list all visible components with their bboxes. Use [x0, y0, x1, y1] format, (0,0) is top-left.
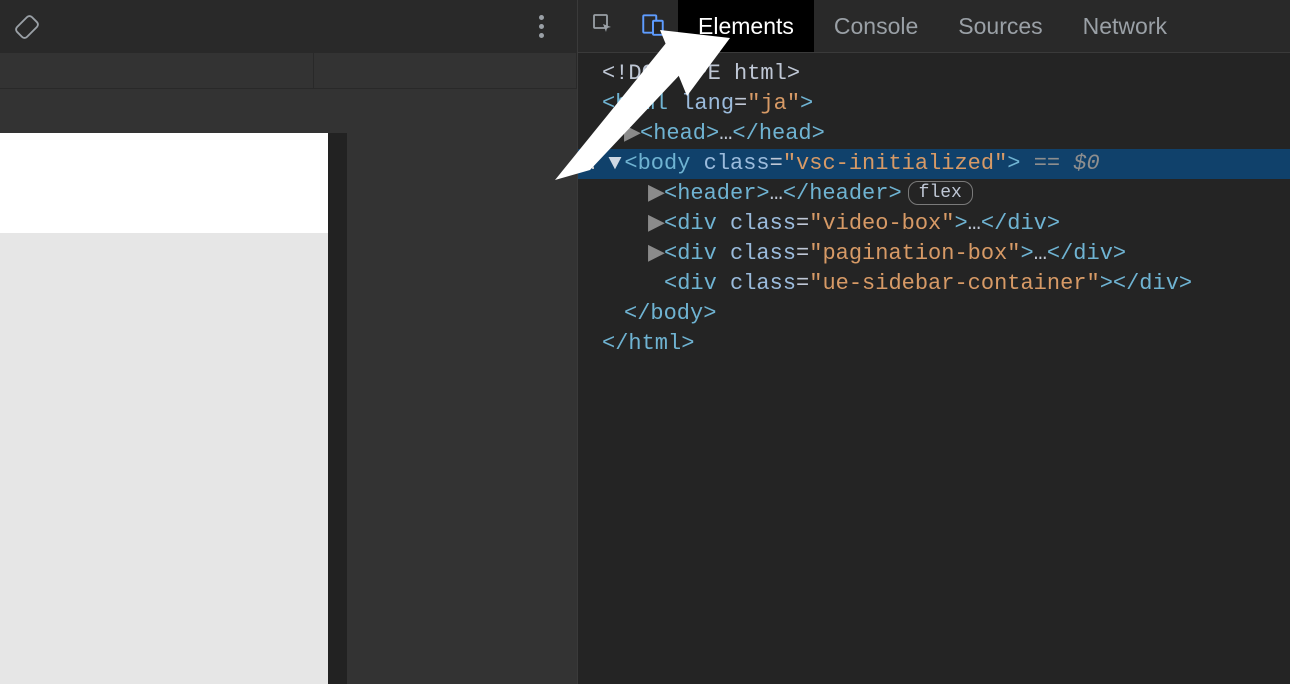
tab-console[interactable]: Console [814, 0, 938, 52]
dom-node-head[interactable]: ▶<head>…</head> [578, 119, 1290, 149]
expand-toggle-icon[interactable]: ▶ [648, 239, 664, 269]
device-dim-cell[interactable] [314, 53, 577, 89]
devtools-header: Elements Console Sources Network [578, 0, 1290, 53]
dom-node-div-sidebar[interactable]: ▶<div class="ue-sidebar-container"></div… [578, 269, 1290, 299]
device-preview-pane [0, 0, 578, 684]
expand-toggle-icon[interactable]: ▶ [648, 209, 664, 239]
dom-node-div-video[interactable]: ▶<div class="video-box">…</div> [578, 209, 1290, 239]
attr-video-class: video-box [822, 211, 941, 236]
device-more-menu-button[interactable] [521, 0, 561, 53]
dom-node-body-close[interactable]: </body> [578, 299, 1290, 329]
toggle-device-toolbar-button[interactable] [628, 0, 678, 52]
attr-sidebar-class: ue-sidebar-container [822, 271, 1086, 296]
page-header-region [0, 133, 328, 233]
attr-html-lang: ja [760, 91, 786, 116]
attr-pagination-class: pagination-box [822, 241, 1007, 266]
device-toggle-icon [640, 11, 666, 42]
tab-elements[interactable]: Elements [678, 0, 814, 52]
selection-marker: == $0 [1034, 151, 1100, 176]
tab-network[interactable]: Network [1063, 0, 1187, 52]
dom-node-html[interactable]: <html lang="ja"> [578, 89, 1290, 119]
dom-node-header[interactable]: ▶<header>…</header>flex [578, 179, 1290, 209]
expand-toggle-icon[interactable]: ▶ [624, 119, 640, 149]
tab-sources[interactable]: Sources [938, 0, 1062, 52]
flex-badge[interactable]: flex [908, 181, 973, 205]
expand-toggle-icon[interactable]: ▶ [648, 179, 664, 209]
inspect-icon [591, 12, 615, 41]
inspect-element-button[interactable] [578, 0, 628, 52]
device-toolbar [0, 0, 577, 53]
dom-node-div-pagination[interactable]: ▶<div class="pagination-box">…</div> [578, 239, 1290, 269]
dom-node-doctype[interactable]: <!DOCTYPE html> [578, 59, 1290, 89]
rotate-device-button[interactable] [0, 0, 53, 53]
device-dim-cell[interactable] [0, 53, 314, 89]
kebab-icon [539, 15, 544, 38]
expand-toggle-icon[interactable]: ▼ [608, 149, 624, 179]
device-screen[interactable] [0, 133, 328, 684]
dom-node-body-selected[interactable]: … ▼<body class="vsc-initialized"> == $0 [578, 149, 1290, 179]
app-root: Elements Console Sources Network <!DOCTY… [0, 0, 1290, 684]
devtools-tabs: Elements Console Sources Network [678, 0, 1187, 52]
rotate-icon [13, 13, 41, 41]
attr-body-class: vsc-initialized [796, 151, 994, 176]
device-dimensions-bar [0, 53, 577, 89]
devtools-pane: Elements Console Sources Network <!DOCTY… [578, 0, 1290, 684]
dom-node-html-close[interactable]: </html> [578, 329, 1290, 359]
elements-tree[interactable]: <!DOCTYPE html> <html lang="ja"> ▶<head>… [578, 53, 1290, 684]
device-frame [0, 133, 347, 684]
device-viewport-area [0, 89, 577, 684]
